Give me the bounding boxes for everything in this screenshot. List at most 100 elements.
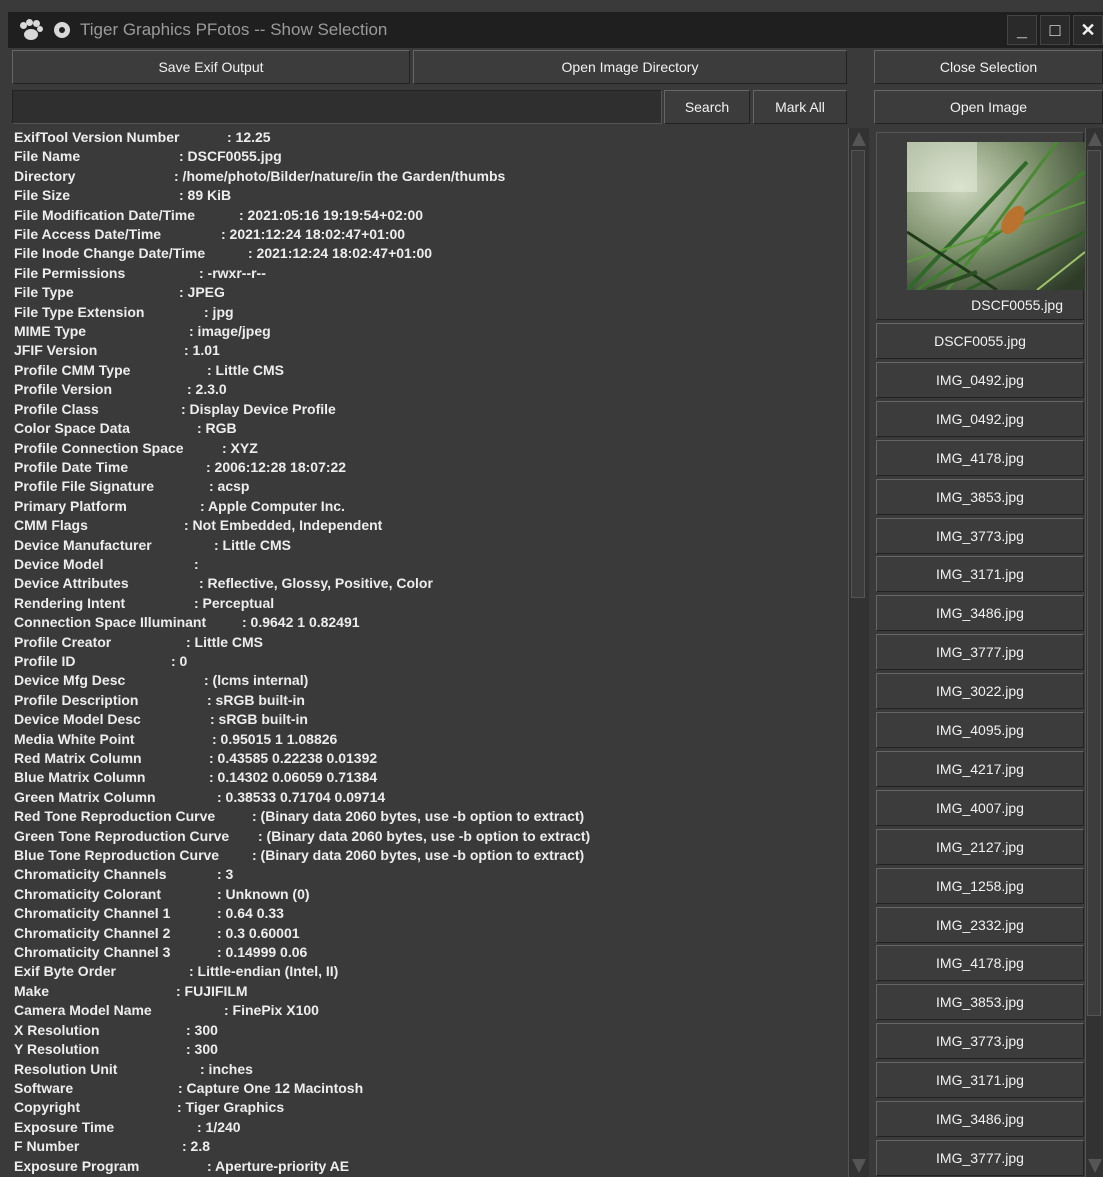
exif-output-text[interactable]: ExifTool Version Number: 12.25 File Name:…	[12, 128, 848, 1177]
search-input[interactable]	[12, 90, 662, 124]
image-list-item[interactable]: IMG_4095.jpg	[876, 712, 1084, 748]
exif-key: Chromaticity Colorant	[14, 885, 162, 902]
open-image-directory-button[interactable]: Open Image Directory	[413, 50, 847, 84]
exif-line: Make: FUJIFILM	[12, 982, 848, 1001]
image-list-item[interactable]: IMG_3022.jpg	[876, 673, 1084, 710]
exif-line: MIME Type: image/jpeg	[12, 322, 848, 341]
exif-value: : 89 KiB	[179, 187, 232, 204]
image-list-item[interactable]: IMG_3853.jpg	[876, 478, 1084, 515]
exif-value: : 0.38533 0.71704 0.09714	[217, 788, 386, 805]
exif-key: Profile File Signature	[14, 478, 155, 495]
exif-line: Exposure Time: 1/240	[12, 1118, 848, 1137]
close-selection-button[interactable]: Close Selection	[874, 50, 1103, 84]
minimize-button[interactable]: _	[1007, 15, 1037, 45]
image-list-scrollbar[interactable]	[1085, 128, 1103, 1177]
exif-value: :	[194, 555, 199, 572]
exif-key: File Access Date/Time	[14, 226, 162, 243]
image-list-item[interactable]: IMG_3171.jpg	[876, 556, 1084, 593]
exif-value: : FUJIFILM	[176, 982, 248, 999]
exif-value: : sRGB built-in	[210, 711, 308, 728]
exif-value: : 0.95015 1 1.08826	[212, 730, 338, 747]
image-list-item[interactable]: IMG_3486.jpg	[876, 595, 1084, 632]
exif-value: : 2.3.0	[187, 381, 227, 398]
exif-key: X Resolution	[14, 1021, 100, 1038]
image-list-item[interactable]: IMG_3773.jpg	[876, 517, 1084, 554]
exif-key: File Permissions	[14, 264, 126, 281]
exif-value: : 1.01	[184, 342, 220, 359]
exif-key: Resolution Unit	[14, 1060, 118, 1077]
exif-line: File Access Date/Time : 2021:12:24 18:02:…	[12, 225, 848, 244]
exif-line: Chromaticity Colorant: Unknown (0)	[12, 885, 848, 904]
exif-line: Device Mfg Desc: (lcms internal)	[12, 671, 848, 690]
exif-line: Color Space Data: RGB	[12, 419, 848, 438]
exif-key: Color Space Data	[14, 420, 130, 437]
list-scroll-down-arrow-icon[interactable]	[1088, 1159, 1102, 1173]
image-list-item[interactable]: IMG_3853.jpg	[876, 984, 1084, 1021]
exif-value: : Little CMS	[186, 633, 263, 650]
exif-scroll-thumb[interactable]	[851, 150, 865, 598]
exif-line: Green Tone Reproduction Curve: (Binary d…	[12, 827, 848, 846]
search-button[interactable]: Search	[664, 90, 750, 124]
exif-key: Device Mfg Desc	[14, 672, 126, 689]
exif-line: Profile Version: 2.3.0	[12, 380, 848, 399]
image-list-item[interactable]: IMG_2127.jpg	[876, 828, 1084, 865]
exif-key: File Inode Change Date/Time	[14, 245, 206, 262]
exif-value: : 2021:12:24 18:02:47+01:00	[221, 226, 406, 243]
image-list-item[interactable]: IMG_0492.jpg	[876, 361, 1084, 398]
exif-line: Chromaticity Channel 1: 0.64 0.33	[12, 904, 848, 923]
save-exif-output-button[interactable]: Save Exif Output	[12, 50, 410, 84]
exif-line: Media White Point: 0.95015 1 1.08826	[12, 730, 848, 749]
list-scroll-up-arrow-icon[interactable]	[1088, 132, 1102, 146]
exif-line: File Permissions: -rwxr--r--	[12, 264, 848, 283]
scroll-up-arrow-icon[interactable]	[852, 132, 866, 146]
image-list-item[interactable]: IMG_3486.jpg	[876, 1101, 1084, 1137]
exif-scrollbar[interactable]	[848, 128, 869, 1177]
exif-value: : 2021:05:16 19:19:54+02:00	[239, 206, 424, 223]
image-list-item[interactable]: IMG_3777.jpg	[876, 1139, 1084, 1176]
exif-line: Profile Connection Space: XYZ	[12, 439, 848, 458]
exif-line: Chromaticity Channel 3: 0.14999 0.06	[12, 943, 848, 962]
image-list-item[interactable]: DSCF0055.jpg	[876, 323, 1084, 359]
image-list[interactable]: DSCF0055.jpg DSCF0055.jpg IMG_0492.jpg IMG…	[874, 130, 1085, 1177]
exif-key: Profile Class	[14, 400, 99, 417]
exif-value: : 0	[171, 652, 188, 669]
exif-line: Profile CMM Type: Little CMS	[12, 361, 848, 380]
close-window-button[interactable]: ✕	[1073, 15, 1103, 45]
exif-value: : acsp	[209, 478, 250, 495]
mark-all-button[interactable]: Mark All	[753, 90, 847, 124]
exif-value: : 300	[186, 1041, 218, 1058]
exif-value: : (Binary data 2060 bytes, use -b option…	[252, 847, 585, 864]
image-list-item[interactable]: IMG_4178.jpg	[876, 439, 1084, 476]
exif-key: Profile ID	[14, 652, 76, 669]
image-list-item[interactable]: IMG_2332.jpg	[876, 906, 1084, 943]
exif-key: Device Attributes	[14, 575, 129, 592]
thumbnail-image	[907, 142, 1085, 290]
paw-icon[interactable]	[20, 19, 44, 40]
image-list-item[interactable]: IMG_4178.jpg	[876, 945, 1084, 982]
open-image-button[interactable]: Open Image	[874, 90, 1103, 124]
exif-value: : FinePix X100	[224, 1002, 319, 1019]
exif-value: : Little CMS	[207, 361, 284, 378]
image-list-item[interactable]: IMG_3171.jpg	[876, 1062, 1084, 1099]
image-list-item[interactable]: IMG_4007.jpg	[876, 789, 1084, 826]
maximize-button[interactable]: □	[1040, 15, 1070, 45]
image-list-item[interactable]: IMG_3773.jpg	[876, 1023, 1084, 1060]
exif-value: : Tiger Graphics	[177, 1099, 285, 1116]
exif-value: : Not Embedded, Independent	[184, 517, 383, 534]
window-menu-icon[interactable]	[54, 22, 70, 38]
exif-line: File Type Extension: jpg	[12, 303, 848, 322]
exif-value: : 3	[217, 866, 234, 883]
exif-value: : /home/photo/Bilder/nature/in the Garde…	[174, 167, 506, 184]
exif-value: : (Binary data 2060 bytes, use -b option…	[252, 808, 585, 825]
image-list-scroll-thumb[interactable]	[1087, 150, 1101, 1016]
exif-key: Camera Model Name	[14, 1002, 152, 1019]
image-list-item[interactable]: IMG_3777.jpg	[876, 634, 1084, 671]
exif-key: Device Model	[14, 555, 104, 572]
exif-line: Directory: /home/photo/Bilder/nature/in …	[12, 167, 848, 186]
image-list-item[interactable]: IMG_1258.jpg	[876, 867, 1084, 904]
image-list-item[interactable]: IMG_4217.jpg	[876, 750, 1084, 787]
image-list-item[interactable]: IMG_0492.jpg	[876, 400, 1084, 437]
image-preview-item[interactable]: DSCF0055.jpg	[876, 132, 1085, 320]
exif-line: Profile File Signature : acsp	[12, 477, 848, 496]
scroll-down-arrow-icon[interactable]	[852, 1159, 866, 1173]
